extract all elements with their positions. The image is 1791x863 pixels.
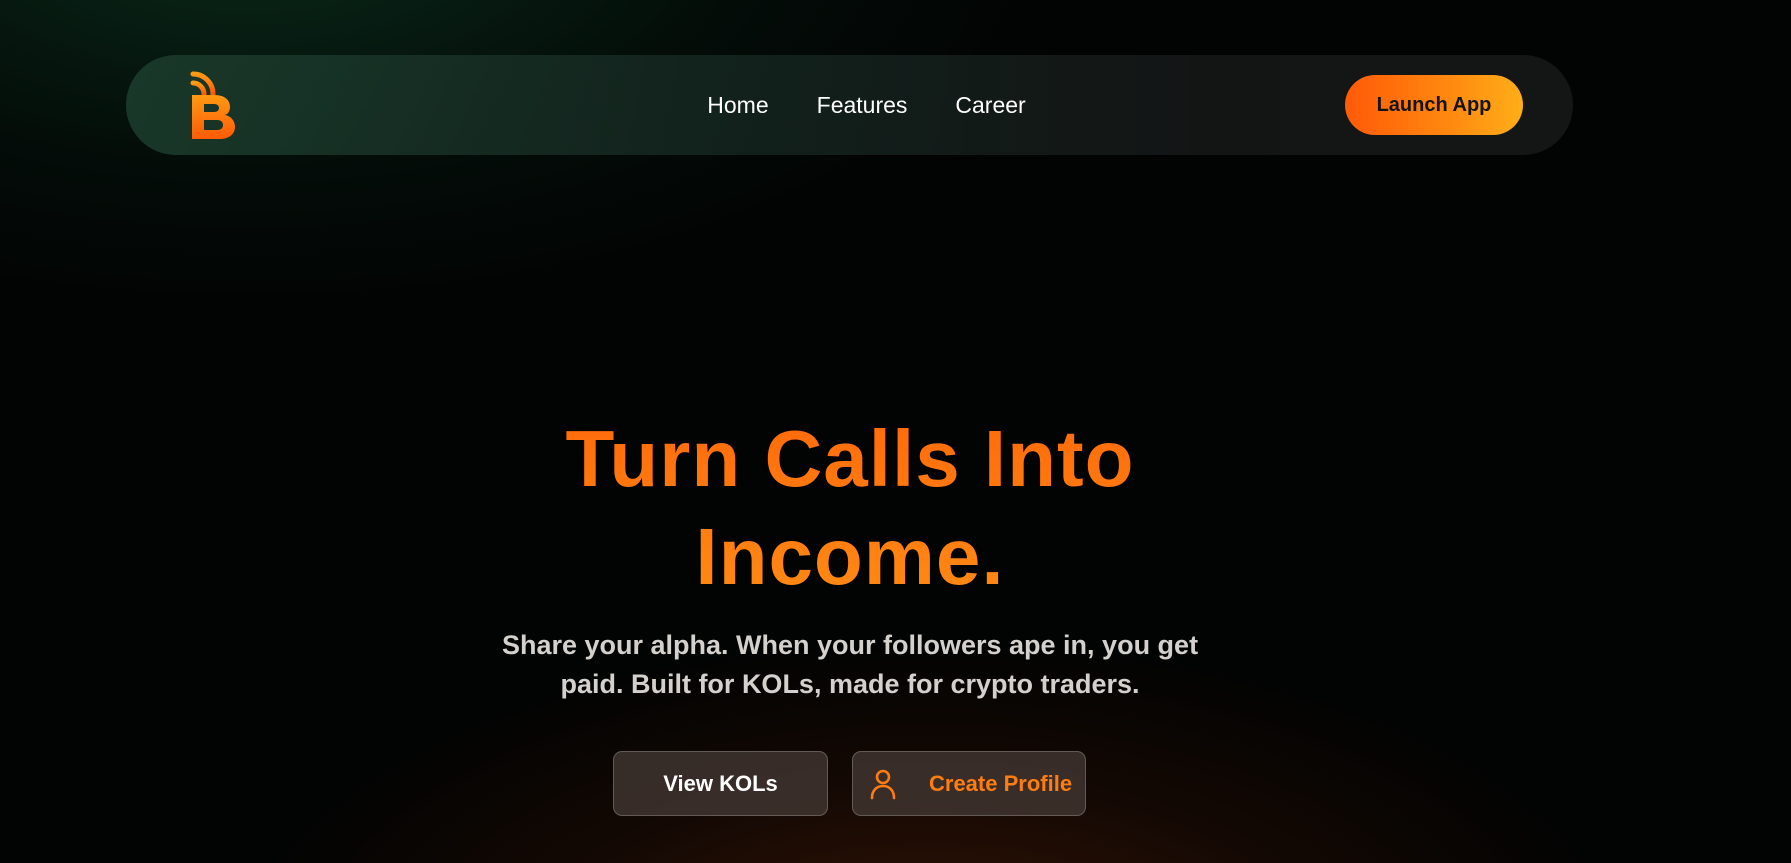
hero-title-line-1: Turn Calls Into — [565, 414, 1135, 503]
user-icon — [870, 769, 896, 799]
landing-page: Home Features Career Launch App Turn Cal… — [0, 0, 1791, 863]
create-profile-button[interactable]: Create Profile — [852, 751, 1086, 816]
nav-features-link[interactable]: Features — [817, 92, 908, 119]
top-navbar: Home Features Career Launch App — [126, 55, 1573, 155]
nav-career-link[interactable]: Career — [955, 92, 1025, 119]
hero-title: Turn Calls Into Income. — [0, 410, 1700, 606]
hero-subtitle: Share your alpha. When your followers ap… — [0, 626, 1700, 704]
launch-app-button[interactable]: Launch App — [1345, 75, 1523, 135]
hero-cta-row: View KOLs Create Profile — [613, 751, 1086, 816]
hero-subtitle-line-2: paid. Built for KOLs, made for crypto tr… — [560, 669, 1140, 699]
nav-home-link[interactable]: Home — [707, 92, 768, 119]
hero-subtitle-line-1: Share your alpha. When your followers ap… — [501, 630, 1199, 660]
hero-title-line-2: Income. — [695, 512, 1005, 601]
create-profile-label: Create Profile — [929, 770, 1073, 796]
view-kols-button[interactable]: View KOLs — [613, 751, 828, 816]
